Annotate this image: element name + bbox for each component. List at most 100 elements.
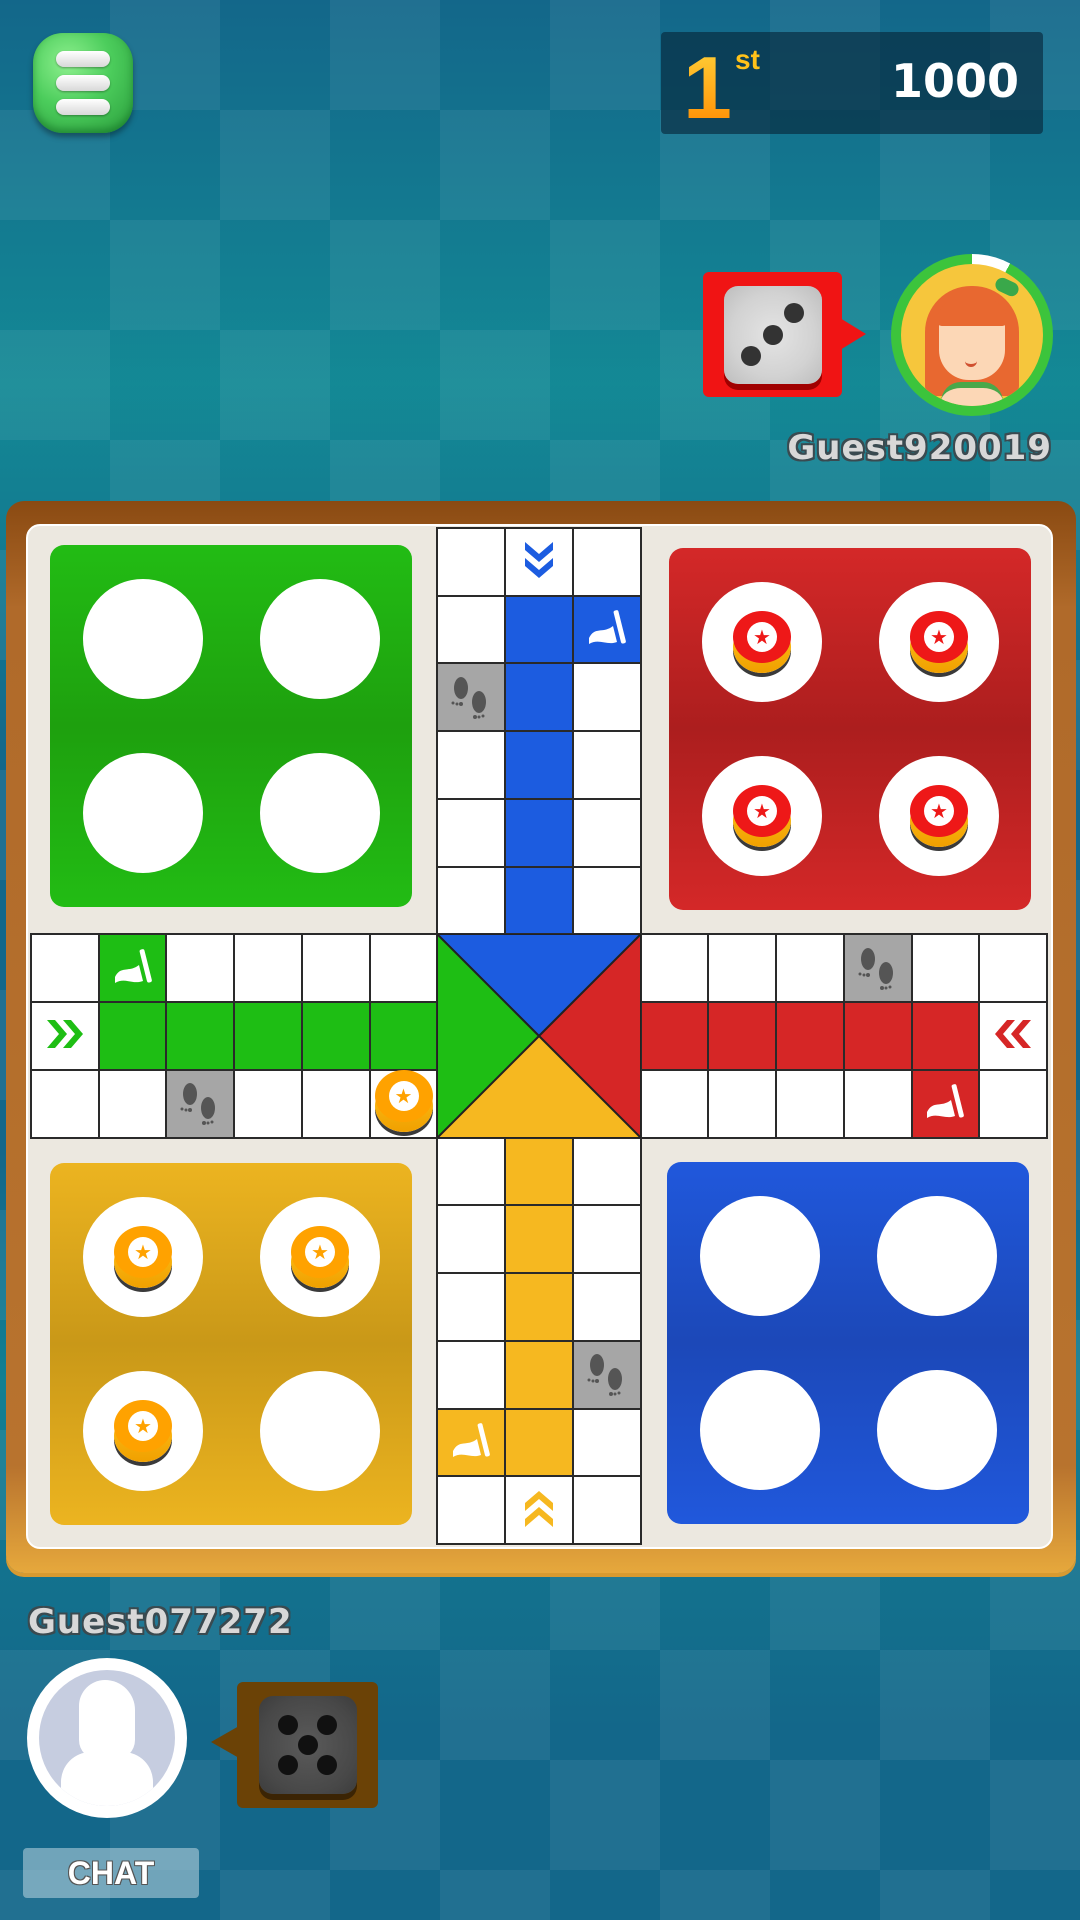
board-cell[interactable] bbox=[910, 1068, 981, 1139]
board-cell[interactable] bbox=[504, 865, 574, 936]
footprints-icon bbox=[445, 670, 497, 725]
hamburger-menu-icon-bar bbox=[56, 99, 110, 115]
board-cell[interactable] bbox=[639, 1068, 710, 1139]
board-cell[interactable] bbox=[775, 933, 845, 1004]
board-cell[interactable] bbox=[436, 1204, 507, 1275]
board-cell[interactable] bbox=[233, 933, 303, 1004]
board-cell[interactable] bbox=[842, 1068, 913, 1139]
board-cell[interactable] bbox=[571, 1204, 642, 1275]
board-cell[interactable] bbox=[639, 933, 710, 1004]
opponent-avatar[interactable] bbox=[891, 254, 1053, 416]
board-cell[interactable] bbox=[436, 1407, 507, 1478]
footprints-icon bbox=[581, 1347, 633, 1402]
board-cell[interactable] bbox=[504, 730, 574, 800]
board-cell[interactable] bbox=[707, 933, 778, 1004]
footprints-icon bbox=[174, 1076, 226, 1131]
board-cell[interactable] bbox=[707, 1001, 778, 1071]
board-cell[interactable] bbox=[300, 933, 371, 1004]
board-cell[interactable] bbox=[571, 1339, 642, 1410]
hamburger-menu-icon-bar bbox=[56, 75, 110, 91]
board-cell[interactable] bbox=[436, 1475, 507, 1545]
board-cell[interactable] bbox=[571, 527, 642, 597]
board-cell[interactable]: ★ bbox=[368, 1068, 439, 1139]
board-cell[interactable] bbox=[504, 1272, 574, 1342]
board-cell[interactable] bbox=[571, 1136, 642, 1207]
board-cell[interactable] bbox=[436, 865, 507, 936]
board-cell[interactable] bbox=[707, 1068, 778, 1139]
board-cell[interactable] bbox=[571, 730, 642, 800]
board-cell[interactable] bbox=[639, 1001, 710, 1071]
board-cell[interactable] bbox=[165, 1001, 236, 1071]
dice-pip bbox=[762, 324, 783, 345]
board-cell[interactable] bbox=[436, 594, 507, 665]
rank-score-panel: 1 st 1000 bbox=[661, 32, 1043, 134]
board-cell[interactable] bbox=[571, 1407, 642, 1478]
board-cell[interactable] bbox=[978, 933, 1048, 1004]
board-cell[interactable] bbox=[571, 662, 642, 733]
footprints-icon bbox=[852, 941, 904, 996]
score-value: 1000 bbox=[890, 54, 1019, 108]
board-cell[interactable] bbox=[30, 1001, 100, 1071]
board-cell[interactable] bbox=[436, 730, 507, 800]
opponent-name: Guest920019 bbox=[787, 428, 1052, 468]
chat-button[interactable]: CHAT bbox=[23, 1848, 199, 1898]
dice-pip bbox=[277, 1754, 298, 1775]
board-cell[interactable] bbox=[842, 933, 913, 1004]
dice-pip bbox=[784, 302, 805, 323]
dice-pip bbox=[317, 1715, 338, 1736]
board-cell[interactable] bbox=[30, 933, 100, 1004]
board-cell[interactable] bbox=[300, 1068, 371, 1139]
board-cell[interactable] bbox=[504, 662, 574, 733]
menu-button[interactable] bbox=[33, 33, 133, 133]
board-cell[interactable] bbox=[233, 1068, 303, 1139]
board-cell[interactable] bbox=[436, 1136, 507, 1207]
board-cell[interactable] bbox=[165, 933, 236, 1004]
opponent-dice-icon bbox=[723, 285, 822, 384]
board-cell[interactable] bbox=[97, 1001, 168, 1071]
board-cell[interactable] bbox=[436, 1339, 507, 1410]
board-cell[interactable] bbox=[368, 1001, 439, 1071]
board-cell[interactable] bbox=[165, 1068, 236, 1139]
yellow-token[interactable]: ★ bbox=[374, 1069, 433, 1132]
player-avatar[interactable] bbox=[27, 1658, 187, 1818]
board-cell[interactable] bbox=[504, 1136, 574, 1207]
board-cell[interactable] bbox=[233, 1001, 303, 1071]
board-cell[interactable] bbox=[775, 1001, 845, 1071]
board-cell[interactable] bbox=[571, 1475, 642, 1545]
opponent-dice-bubble bbox=[703, 272, 866, 397]
board-cell[interactable] bbox=[300, 1001, 371, 1071]
board-cell[interactable] bbox=[571, 865, 642, 936]
star-icon: ★ bbox=[388, 1080, 419, 1111]
board-cell[interactable] bbox=[436, 1272, 507, 1342]
board-cell[interactable] bbox=[97, 933, 168, 1004]
chevron-right-icon bbox=[43, 1012, 87, 1059]
board-cell[interactable] bbox=[571, 1272, 642, 1342]
center-finish-area bbox=[437, 934, 641, 1138]
board-cell[interactable] bbox=[775, 1068, 845, 1139]
board-cell[interactable] bbox=[978, 1001, 1048, 1071]
board-cell[interactable] bbox=[504, 1339, 574, 1410]
player-dice-button[interactable] bbox=[211, 1682, 378, 1808]
board-cell[interactable] bbox=[504, 594, 574, 665]
board-cell[interactable] bbox=[504, 1475, 574, 1545]
board-cell[interactable] bbox=[504, 797, 574, 868]
board-cell[interactable] bbox=[910, 1001, 981, 1071]
board-cell[interactable] bbox=[436, 797, 507, 868]
board-cell[interactable] bbox=[30, 1068, 100, 1139]
board-cell[interactable] bbox=[436, 527, 507, 597]
board-cell[interactable] bbox=[504, 527, 574, 597]
board-cell[interactable] bbox=[504, 1407, 574, 1478]
flag-icon bbox=[923, 1082, 967, 1125]
board-cell[interactable] bbox=[842, 1001, 913, 1071]
board-cell[interactable] bbox=[978, 1068, 1048, 1139]
board-cell[interactable] bbox=[97, 1068, 168, 1139]
bubble-tail bbox=[840, 318, 866, 350]
board-cell[interactable] bbox=[436, 662, 507, 733]
board-cell[interactable] bbox=[910, 933, 981, 1004]
board-cell[interactable] bbox=[571, 594, 642, 665]
board-cell[interactable] bbox=[504, 1204, 574, 1275]
chevron-left-icon bbox=[991, 1012, 1035, 1059]
dice-pip bbox=[740, 346, 761, 367]
board-cell[interactable] bbox=[368, 933, 439, 1004]
board-cell[interactable] bbox=[571, 797, 642, 868]
